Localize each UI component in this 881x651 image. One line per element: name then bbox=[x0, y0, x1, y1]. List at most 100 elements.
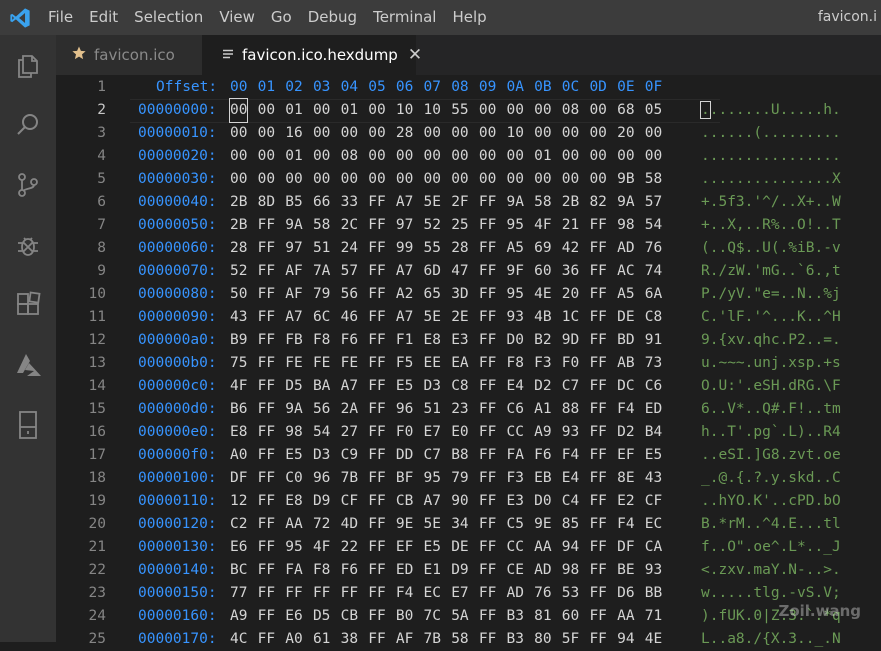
hex-byte[interactable]: 01 bbox=[285, 145, 302, 168]
hex-byte[interactable]: 71 bbox=[645, 605, 662, 628]
hex-byte[interactable]: FF bbox=[589, 421, 606, 444]
hex-byte[interactable]: FF bbox=[368, 352, 385, 375]
hex-byte[interactable]: 2B bbox=[230, 191, 247, 214]
hex-byte[interactable]: F4 bbox=[396, 582, 413, 605]
hex-byte[interactable]: 2F bbox=[451, 191, 468, 214]
hex-byte[interactable]: A5 bbox=[617, 283, 634, 306]
hex-byte[interactable]: C8 bbox=[645, 306, 662, 329]
hex-byte[interactable]: A1 bbox=[534, 398, 551, 421]
hex-byte[interactable]: BE bbox=[617, 559, 634, 582]
hex-byte[interactable]: F6 bbox=[341, 559, 358, 582]
hex-byte[interactable]: FF bbox=[589, 628, 606, 651]
hex-byte[interactable]: 00 bbox=[507, 168, 524, 191]
hex-byte[interactable]: FF bbox=[479, 214, 496, 237]
hex-byte[interactable]: 42 bbox=[562, 237, 579, 260]
hex-byte[interactable]: 50 bbox=[230, 283, 247, 306]
hex-byte[interactable]: 4F bbox=[313, 536, 330, 559]
hex-byte[interactable]: 52 bbox=[424, 214, 441, 237]
menu-help[interactable]: Help bbox=[444, 0, 494, 35]
hex-byte[interactable]: ED bbox=[645, 398, 662, 421]
hex-byte[interactable]: 58 bbox=[313, 214, 330, 237]
hex-byte[interactable]: AC bbox=[617, 260, 634, 283]
hex-byte[interactable]: 43 bbox=[645, 467, 662, 490]
hex-byte[interactable]: 88 bbox=[562, 398, 579, 421]
hex-byte[interactable]: FF bbox=[368, 260, 385, 283]
hex-byte[interactable]: FA bbox=[285, 559, 302, 582]
hex-byte[interactable]: F5 bbox=[396, 352, 413, 375]
hex-byte[interactable]: FF bbox=[479, 490, 496, 513]
hex-byte[interactable]: FF bbox=[368, 490, 385, 513]
hex-byte[interactable]: EF bbox=[617, 444, 634, 467]
hex-byte[interactable]: 82 bbox=[589, 191, 606, 214]
hex-byte[interactable]: F6 bbox=[341, 329, 358, 352]
hex-byte[interactable]: FF bbox=[258, 582, 275, 605]
hex-byte[interactable]: FF bbox=[258, 605, 275, 628]
hex-byte[interactable]: CC bbox=[507, 421, 524, 444]
hex-byte[interactable]: 00 bbox=[424, 145, 441, 168]
hex-byte[interactable]: FF bbox=[479, 421, 496, 444]
hex-byte[interactable]: 00 bbox=[230, 145, 247, 168]
hex-byte[interactable]: 00 bbox=[368, 145, 385, 168]
hex-byte[interactable]: 55 bbox=[424, 237, 441, 260]
hex-byte[interactable]: FF bbox=[589, 283, 606, 306]
hex-byte[interactable]: FF bbox=[479, 260, 496, 283]
hex-byte[interactable]: 7C bbox=[424, 605, 441, 628]
hex-byte[interactable]: 95 bbox=[507, 283, 524, 306]
ascii-column[interactable]: C.'lF.'^...K..^H bbox=[701, 306, 841, 329]
ascii-column[interactable]: ..eSI.]G8.zvt.oe bbox=[701, 444, 841, 467]
hex-byte[interactable]: FF bbox=[589, 559, 606, 582]
ascii-column[interactable]: ................ bbox=[701, 145, 841, 168]
hex-byte[interactable]: 58 bbox=[451, 628, 468, 651]
hex-byte[interactable]: CE bbox=[507, 559, 524, 582]
hex-byte[interactable]: 98 bbox=[562, 559, 579, 582]
hex-byte[interactable]: CB bbox=[396, 490, 413, 513]
hex-byte[interactable]: FF bbox=[368, 214, 385, 237]
hex-byte[interactable]: 96 bbox=[313, 467, 330, 490]
hex-byte[interactable]: 4F bbox=[230, 375, 247, 398]
hex-byte[interactable]: C7 bbox=[562, 375, 579, 398]
hex-byte[interactable]: FF bbox=[589, 329, 606, 352]
hex-byte[interactable]: 56 bbox=[341, 283, 358, 306]
hex-byte[interactable]: FF bbox=[258, 260, 275, 283]
hex-byte[interactable]: FF bbox=[368, 283, 385, 306]
ascii-column[interactable]: ........U.....h. bbox=[700, 99, 841, 122]
hex-byte[interactable]: 00 bbox=[479, 122, 496, 145]
hex-byte[interactable]: AB bbox=[617, 352, 634, 375]
hex-byte[interactable]: 00 bbox=[285, 168, 302, 191]
tab-favicon-ico[interactable]: favicon.ico bbox=[56, 35, 202, 75]
hex-byte[interactable]: FF bbox=[589, 398, 606, 421]
hex-byte[interactable]: 00 bbox=[507, 99, 524, 122]
hex-byte[interactable]: 47 bbox=[451, 260, 468, 283]
hex-byte[interactable]: FF bbox=[479, 582, 496, 605]
hex-byte[interactable]: 00 bbox=[258, 99, 275, 122]
hex-byte[interactable]: FE bbox=[341, 352, 358, 375]
hex-byte[interactable]: 9B bbox=[617, 168, 634, 191]
hex-byte[interactable]: 53 bbox=[562, 582, 579, 605]
hex-byte[interactable]: 9D bbox=[562, 329, 579, 352]
menu-file[interactable]: File bbox=[40, 0, 81, 35]
hex-byte[interactable]: 56 bbox=[313, 398, 330, 421]
hex-byte[interactable]: 94 bbox=[562, 536, 579, 559]
hex-byte[interactable]: FF bbox=[258, 375, 275, 398]
hex-byte[interactable]: 2A bbox=[341, 398, 358, 421]
hex-byte[interactable]: FE bbox=[313, 352, 330, 375]
hex-byte[interactable]: AF bbox=[396, 628, 413, 651]
hex-byte[interactable]: 2C bbox=[341, 214, 358, 237]
hex-byte[interactable]: B4 bbox=[645, 421, 662, 444]
hex-byte[interactable]: 9A bbox=[617, 191, 634, 214]
hex-byte[interactable]: 54 bbox=[313, 421, 330, 444]
hex-byte[interactable]: D9 bbox=[451, 559, 468, 582]
hex-byte[interactable]: D6 bbox=[617, 582, 634, 605]
ascii-column[interactable]: ..hYO.K'..cPD.bO bbox=[701, 490, 841, 513]
hex-byte[interactable]: FF bbox=[258, 283, 275, 306]
hex-byte[interactable]: F3 bbox=[534, 352, 551, 375]
hex-byte[interactable]: E5 bbox=[396, 375, 413, 398]
hex-byte[interactable]: 9A bbox=[285, 398, 302, 421]
hex-byte[interactable]: CF bbox=[645, 490, 662, 513]
hex-byte[interactable]: A7 bbox=[285, 306, 302, 329]
hex-byte[interactable]: FF bbox=[258, 237, 275, 260]
hex-byte[interactable]: C5 bbox=[507, 513, 524, 536]
hex-byte[interactable]: D5 bbox=[313, 605, 330, 628]
hex-byte[interactable]: CB bbox=[341, 605, 358, 628]
search-icon[interactable] bbox=[0, 97, 56, 153]
